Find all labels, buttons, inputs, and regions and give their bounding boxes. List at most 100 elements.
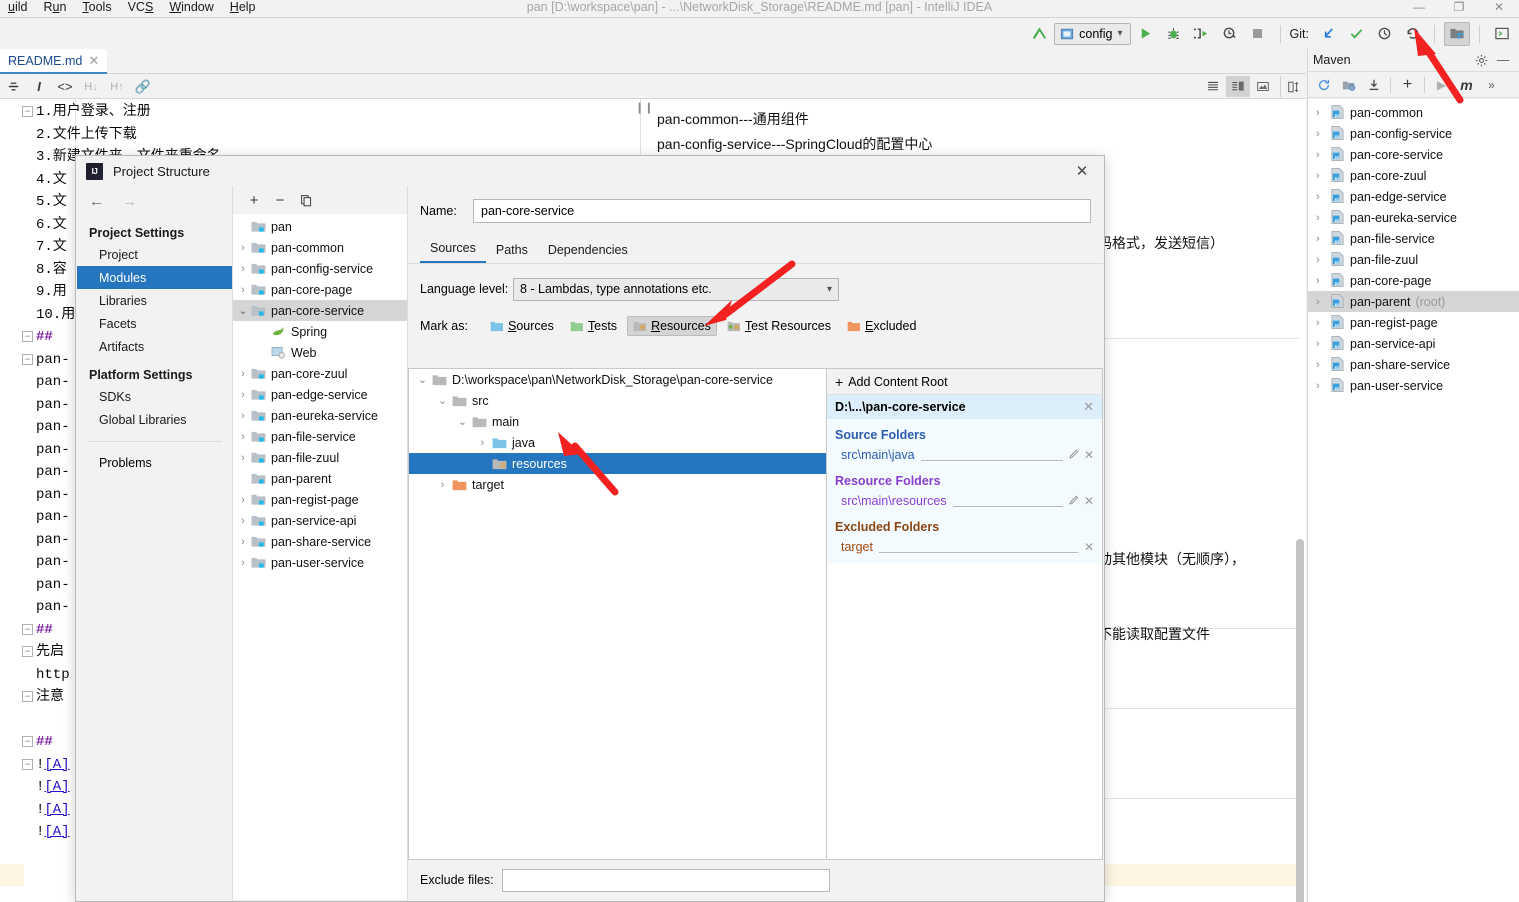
show-editor-icon[interactable] [1201,76,1225,97]
chevron-right-icon[interactable]: › [235,494,251,506]
terminal-icon[interactable] [1489,22,1515,46]
add-icon[interactable]: + [243,189,265,211]
maven-project-row[interactable]: › m pan-parent (root) [1308,291,1519,312]
content-tree-row[interactable]: ⌄ main [409,411,826,432]
module-row[interactable]: › pan-service-api [233,510,407,531]
chevron-right-icon[interactable]: › [235,515,251,527]
remove-folder-icon[interactable]: ✕ [1084,540,1094,554]
tab-readme-md[interactable]: README.md ✕ [0,49,108,74]
maven-project-row[interactable]: › m pan-config-service [1308,123,1519,144]
chevron-right-icon[interactable]: › [235,242,251,254]
remove-icon[interactable]: − [269,189,291,211]
fold-marker-icon[interactable]: − [22,353,33,365]
chevron-right-icon[interactable]: › [433,479,452,491]
maven-project-row[interactable]: › m pan-edge-service [1308,186,1519,207]
mark-as-tests-button[interactable]: Tests [564,316,623,336]
module-row[interactable]: › pan-regist-page [233,489,407,510]
generate-sources-icon[interactable] [1336,73,1361,97]
sidebar-item-global-libraries[interactable]: Global Libraries [77,408,232,431]
module-row[interactable]: › pan-file-zuul [233,447,407,468]
module-row[interactable]: Spring [233,321,407,342]
sidebar-item-artifacts[interactable]: Artifacts [77,335,232,358]
chevron-right-icon[interactable]: › [235,410,251,422]
content-tree-row[interactable]: › target [409,474,826,495]
edit-pencil-icon[interactable] [1069,448,1080,462]
chevron-right-icon[interactable]: › [473,437,492,449]
chevron-down-icon[interactable]: ⌄ [453,415,472,428]
fold-marker-icon[interactable]: − [22,758,33,770]
refresh-icon[interactable] [1311,73,1336,97]
fold-marker-icon[interactable]: − [22,646,33,657]
chevron-right-icon[interactable]: › [1316,128,1330,140]
update-project-icon[interactable] [1026,22,1052,46]
show-editor-preview-icon[interactable] [1226,76,1250,97]
show-preview-icon[interactable] [1251,76,1275,97]
minimize-button[interactable]: — [1399,0,1439,16]
maven-project-row[interactable]: › m pan-eureka-service [1308,207,1519,228]
maven-project-row[interactable]: › m pan-file-service [1308,228,1519,249]
italic-icon[interactable]: I [26,76,52,98]
chevron-right-icon[interactable]: › [1316,338,1330,350]
editor-scrollbar[interactable] [1296,539,1304,902]
content-root-tree[interactable]: ⌄ D:\workspace\pan\NetworkDisk_Storage\pa… [408,368,826,860]
chevron-right-icon[interactable]: › [235,284,251,296]
module-row[interactable]: › pan-edge-service [233,384,407,405]
debug-icon[interactable] [1161,22,1187,46]
maven-project-row[interactable]: › m pan-service-api [1308,333,1519,354]
remove-folder-icon[interactable]: ✕ [1084,494,1094,508]
chevron-right-icon[interactable]: › [235,536,251,548]
dialog-close-button[interactable]: ✕ [1060,156,1104,186]
sidebar-item-facets[interactable]: Facets [77,312,232,335]
tab-dependencies[interactable]: Dependencies [538,243,638,263]
chevron-right-icon[interactable]: › [1316,212,1330,224]
content-tree-row[interactable]: resources [409,453,826,474]
module-row[interactable]: pan-parent [233,468,407,489]
mark-as-test-resources-button[interactable]: Test Resources [721,316,837,336]
module-row[interactable]: ⌄ pan-core-service [233,300,407,321]
code-icon[interactable]: <> [52,76,78,98]
module-row[interactable]: › pan-user-service [233,552,407,573]
chevron-right-icon[interactable]: › [1316,149,1330,161]
module-row[interactable]: › pan-common [233,237,407,258]
maximize-button[interactable]: ❐ [1439,0,1479,16]
maven-project-row[interactable]: › m pan-core-zuul [1308,165,1519,186]
module-row[interactable]: pan [233,216,407,237]
module-row[interactable]: › pan-config-service [233,258,407,279]
fold-marker-icon[interactable]: − [22,331,33,342]
chevron-right-icon[interactable]: › [1316,359,1330,371]
git-update-icon[interactable] [1315,22,1341,46]
content-tree-row[interactable]: › java [409,432,826,453]
chevron-down-icon[interactable]: ⌄ [235,304,251,317]
content-tree-row[interactable]: ⌄ D:\workspace\pan\NetworkDisk_Storage\pa… [409,369,826,390]
run-icon[interactable] [1133,22,1159,46]
maven-project-list[interactable]: › m pan-common › m pan-config-service › m pan-co… [1308,99,1519,902]
remove-folder-icon[interactable]: ✕ [1084,448,1094,462]
exclude-files-input[interactable] [501,868,830,892]
maven-project-row[interactable]: › m pan-core-service [1308,144,1519,165]
module-row[interactable]: › pan-core-page [233,279,407,300]
close-button[interactable]: ✕ [1479,0,1519,16]
fold-marker-icon[interactable]: − [22,106,33,117]
chevron-right-icon[interactable]: › [1316,275,1330,287]
run-configuration-selector[interactable]: config ▾ [1054,22,1131,45]
chevron-right-icon[interactable]: › [1316,254,1330,266]
chevron-right-icon[interactable]: › [235,389,251,401]
chevron-down-icon[interactable]: ⌄ [433,394,452,407]
remove-content-root-icon[interactable]: ✕ [1083,399,1094,415]
sidebar-item-libraries[interactable]: Libraries [77,289,232,312]
strikethrough-icon[interactable] [0,76,26,98]
tab-paths[interactable]: Paths [486,243,538,263]
chevron-right-icon[interactable]: › [1316,380,1330,392]
profile-icon[interactable] [1217,22,1243,46]
git-commit-icon[interactable] [1343,22,1369,46]
add-icon[interactable]: + [1395,73,1420,97]
git-history-icon[interactable] [1371,22,1397,46]
chevron-right-icon[interactable]: › [235,431,251,443]
module-name-input[interactable]: pan-core-service [473,199,1091,223]
more-icon[interactable]: » [1479,73,1504,97]
module-row[interactable]: › pan-eureka-service [233,405,407,426]
maven-project-row[interactable]: › m pan-core-page [1308,270,1519,291]
maven-project-row[interactable]: › m pan-common [1308,102,1519,123]
chevron-right-icon[interactable]: › [235,368,251,380]
download-sources-icon[interactable] [1361,73,1386,97]
